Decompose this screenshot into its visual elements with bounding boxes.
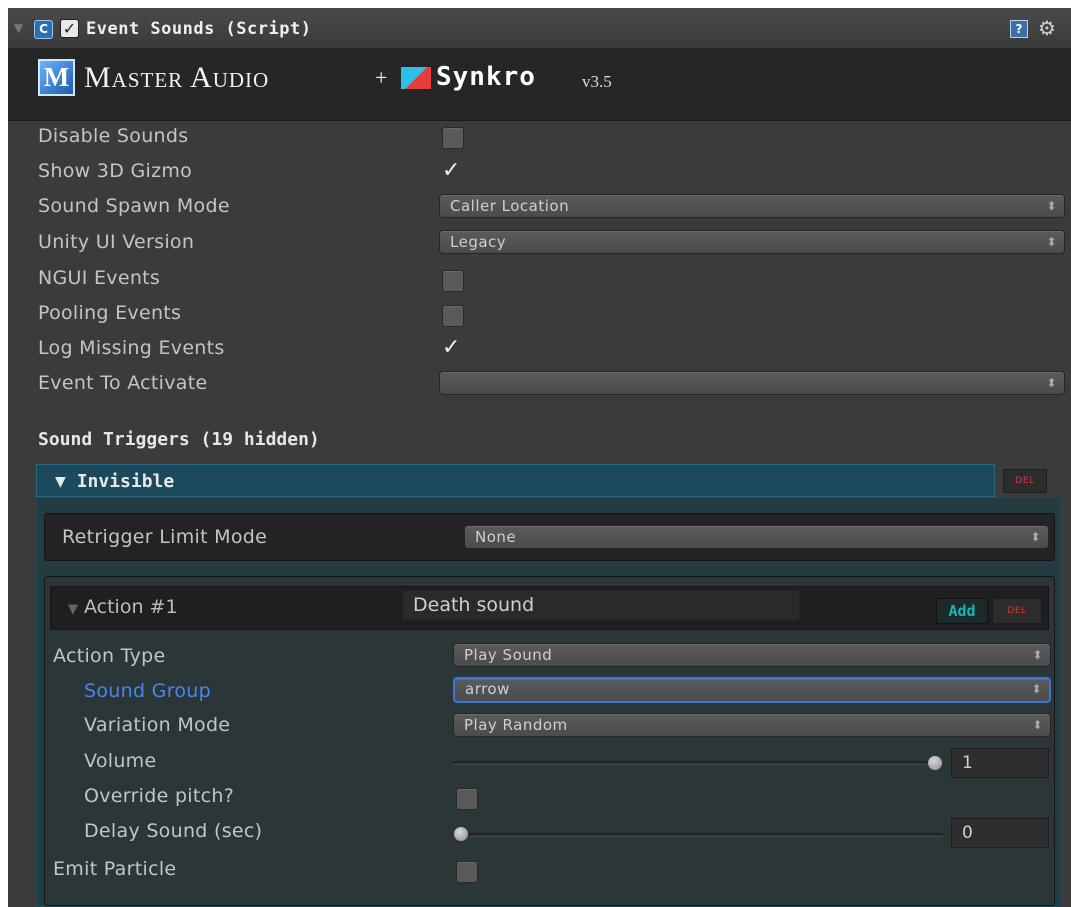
volume-slider-thumb[interactable] (927, 755, 943, 771)
action-type-label: Action Type (53, 645, 166, 667)
help-icon[interactable]: ? (1010, 20, 1028, 38)
csharp-script-icon: C (34, 20, 53, 39)
variation-mode-dropdown[interactable]: Play Random ⬍ (453, 713, 1051, 737)
sound-triggers-title: Sound Triggers (19 hidden) (38, 429, 320, 450)
pooling-events-label: Pooling Events (38, 302, 182, 324)
action-type-value: Play Sound (464, 646, 553, 664)
override-pitch-label: Override pitch? (84, 785, 235, 807)
dropdown-arrow-icon: ⬍ (1046, 235, 1057, 249)
log-missing-events-label: Log Missing Events (38, 337, 225, 359)
component-header[interactable]: ▼ C ✓ Event Sounds (Script) ? ⚙ (8, 8, 1071, 49)
variation-mode-label: Variation Mode (84, 714, 231, 736)
master-audio-logo-icon: M (38, 59, 75, 96)
action-delete-button[interactable]: DEL (992, 598, 1042, 624)
sound-group-label: Sound Group (84, 680, 212, 702)
retrigger-limit-mode-dropdown[interactable]: None ⬍ (464, 525, 1049, 549)
sound-group-dropdown[interactable]: arrow ⬍ (453, 677, 1051, 703)
gear-icon[interactable]: ⚙ (1038, 16, 1056, 40)
log-missing-events-checkbox[interactable]: ✓ (442, 337, 464, 359)
dropdown-arrow-icon: ⬍ (1032, 648, 1043, 662)
master-audio-banner: M Master Audio + Synkro v3.5 (8, 49, 1071, 121)
sound-spawn-mode-label: Sound Spawn Mode (38, 195, 230, 217)
trigger-delete-button[interactable]: DEL (1003, 469, 1047, 493)
event-to-activate-dropdown[interactable]: ⬍ (439, 371, 1065, 395)
disable-sounds-label: Disable Sounds (38, 125, 189, 147)
delay-sound-label: Delay Sound (sec) (84, 820, 263, 842)
unity-ui-version-dropdown[interactable]: Legacy ⬍ (439, 230, 1065, 254)
override-pitch-checkbox[interactable] (456, 788, 478, 810)
retrigger-limit-mode-value: None (475, 528, 517, 546)
event-to-activate-label: Event To Activate (38, 372, 208, 394)
dropdown-arrow-icon: ⬍ (1046, 376, 1057, 390)
action-label[interactable]: ▼ Action #1 (68, 596, 178, 618)
volume-input[interactable]: 1 (951, 748, 1049, 778)
action-label-text: Action #1 (84, 596, 178, 618)
dropdown-arrow-icon: ⬍ (1046, 199, 1057, 213)
sound-spawn-mode-value: Caller Location (450, 197, 570, 215)
brand-plus: + (375, 65, 388, 90)
sound-spawn-mode-dropdown[interactable]: Caller Location ⬍ (439, 194, 1065, 218)
ngui-events-checkbox[interactable] (442, 270, 464, 292)
delay-sound-input[interactable]: 0 (951, 818, 1049, 848)
action-type-dropdown[interactable]: Play Sound ⬍ (453, 643, 1051, 667)
component-enabled-checkbox[interactable]: ✓ (60, 19, 79, 38)
inspector-panel: ▼ C ✓ Event Sounds (Script) ? ⚙ M Master… (8, 8, 1071, 907)
volume-slider-track[interactable] (453, 761, 943, 765)
fold-arrow-icon[interactable]: ▼ (14, 21, 23, 35)
volume-label: Volume (84, 750, 157, 772)
component-title: Event Sounds (Script) (86, 19, 312, 39)
delay-sound-slider-thumb[interactable] (453, 826, 469, 842)
variation-mode-value: Play Random (464, 716, 568, 734)
unity-ui-version-label: Unity UI Version (38, 231, 195, 253)
emit-particle-label: Emit Particle (53, 858, 177, 880)
trigger-name-text: Invisible (76, 471, 175, 492)
dropdown-arrow-icon: ⬍ (1032, 718, 1043, 732)
ngui-events-label: NGUI Events (38, 267, 161, 289)
show-3d-gizmo-checkbox[interactable]: ✓ (442, 160, 464, 182)
unity-ui-version-value: Legacy (450, 233, 507, 251)
synkro-logo-icon (401, 67, 431, 89)
disable-sounds-checkbox[interactable] (442, 127, 464, 149)
retrigger-limit-mode-label: Retrigger Limit Mode (62, 526, 268, 548)
dropdown-arrow-icon: ⬍ (1031, 682, 1042, 696)
brand-name: Master Audio (84, 61, 270, 94)
sound-group-value: arrow (465, 680, 510, 698)
trigger-header-invisible[interactable]: ▼ Invisible (36, 464, 995, 497)
show-3d-gizmo-label: Show 3D Gizmo (38, 160, 193, 182)
trigger-name: ▼ Invisible (55, 471, 175, 492)
version-label: v3.5 (582, 72, 612, 91)
action-fold-arrow-icon[interactable]: ▼ (68, 602, 78, 617)
emit-particle-checkbox[interactable] (456, 861, 478, 883)
pooling-events-checkbox[interactable] (442, 305, 464, 327)
synkro-name: Synkro (436, 62, 536, 92)
add-action-button[interactable]: Add (936, 598, 988, 624)
dropdown-arrow-icon: ⬍ (1030, 530, 1041, 544)
delay-sound-slider-track[interactable] (453, 833, 943, 837)
action-name-field[interactable]: Death sound (402, 590, 800, 620)
